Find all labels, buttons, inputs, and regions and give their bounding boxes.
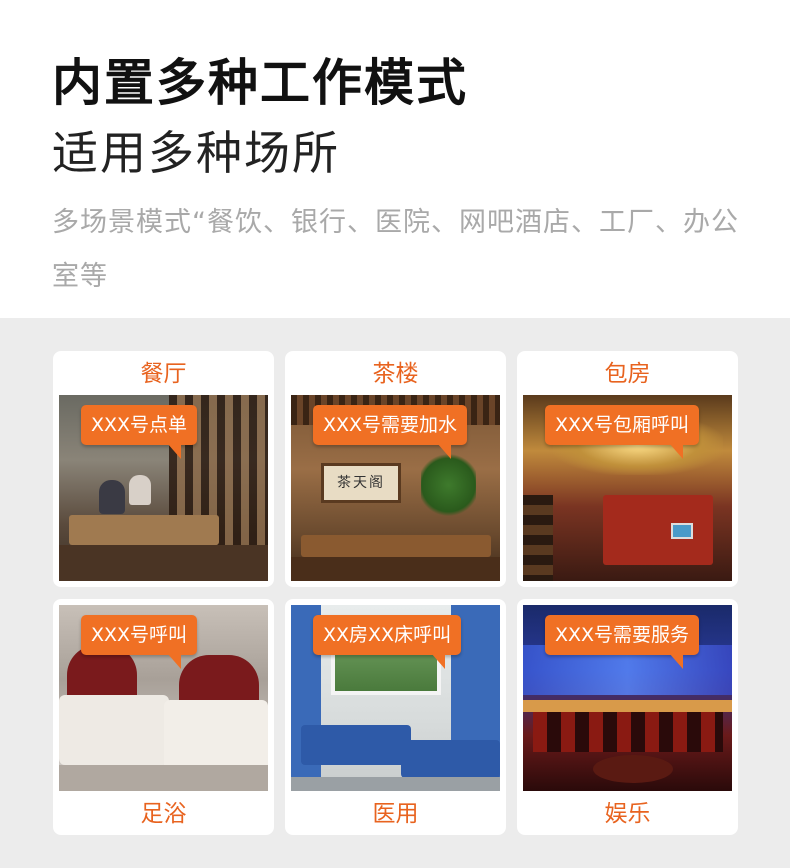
scene-card-entertainment: XXX号需要服务 娱乐 xyxy=(517,599,738,835)
scene-label: 娱乐 xyxy=(604,801,651,827)
entertainment-photo: XXX号需要服务 xyxy=(523,605,732,791)
page-subtitle: 适用多种场所 xyxy=(52,126,340,180)
foot-bath-photo: XXX号呼叫 xyxy=(59,605,268,791)
scene-card-restaurant: 餐厅 XXX号点单 xyxy=(53,351,274,587)
call-bubble: XX房XX床呼叫 xyxy=(313,615,462,669)
scene-card-private-room: 包房 XXX号包厢呼叫 xyxy=(517,351,738,587)
scene-label: 餐厅 xyxy=(140,361,187,387)
private-room-photo: XXX号包厢呼叫 xyxy=(523,395,732,581)
page-description: 多场景模式“餐饮、银行、医院、网吧酒店、工厂、办公室等 xyxy=(52,207,739,292)
scene-grid: 餐厅 XXX号点单 茶楼 茶天阁 XXX号需要加水 包房 XXX号包厢呼叫 XX… xyxy=(0,318,790,868)
scene-label: 医用 xyxy=(372,801,419,827)
call-bubble: XXX号包厢呼叫 xyxy=(545,405,700,459)
wall-sign: 茶天阁 xyxy=(321,463,401,503)
scene-card-teahouse: 茶楼 茶天阁 XXX号需要加水 xyxy=(285,351,506,587)
scene-label: 足浴 xyxy=(140,801,187,827)
call-bubble: XXX号点单 xyxy=(81,405,198,459)
header-section: 内置多种工作模式 适用多种场所 多场景模式“餐饮、银行、医院、网吧酒店、工厂、办… xyxy=(0,0,790,318)
call-bubble: XXX号需要加水 xyxy=(313,405,468,459)
teahouse-photo: 茶天阁 XXX号需要加水 xyxy=(291,395,500,581)
scene-label: 茶楼 xyxy=(372,361,419,387)
page-title: 内置多种工作模式 xyxy=(52,54,468,112)
medical-photo: XX房XX床呼叫 xyxy=(291,605,500,791)
call-bubble: XXX号需要服务 xyxy=(545,615,700,669)
scene-label: 包房 xyxy=(604,361,651,387)
call-bubble: XXX号呼叫 xyxy=(81,615,198,669)
scene-card-foot-bath: XXX号呼叫 足浴 xyxy=(53,599,274,835)
scene-card-medical: XX房XX床呼叫 医用 xyxy=(285,599,506,835)
restaurant-photo: XXX号点单 xyxy=(59,395,268,581)
